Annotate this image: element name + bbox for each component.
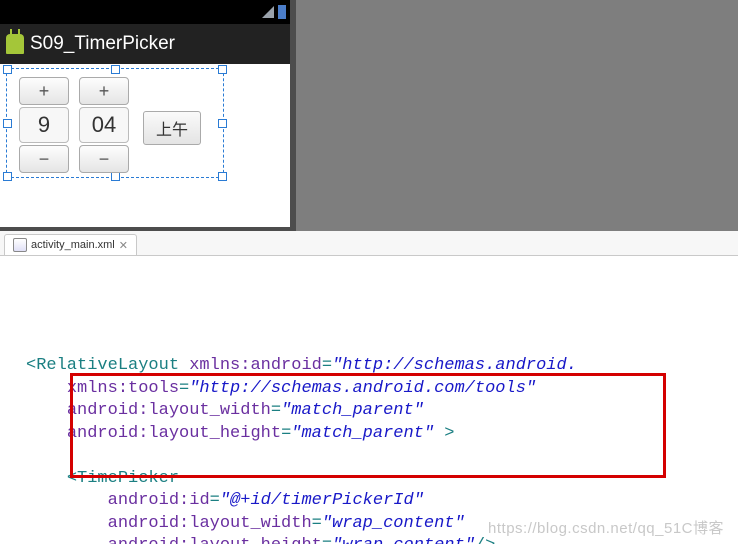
tag-relativelayout-open: RelativeLayout (36, 356, 179, 375)
battery-icon (278, 5, 286, 19)
tab-activity-main-xml[interactable]: activity_main.xml ✕ (4, 234, 137, 255)
xml-code-editor[interactable]: <RelativeLayout xmlns:android="http://sc… (0, 255, 738, 544)
minute-increment-button[interactable]: + (79, 77, 129, 105)
layout-designer-pane: S09_TimerPicker + 9 − (0, 0, 738, 231)
resize-handle-n[interactable] (111, 65, 120, 74)
design-canvas[interactable]: + 9 − + 04 − 上午 (0, 64, 290, 227)
hour-increment-button[interactable]: + (19, 77, 69, 105)
tab-label: activity_main.xml (31, 239, 115, 251)
resize-handle-sw[interactable] (3, 172, 12, 181)
resize-handle-se[interactable] (218, 172, 227, 181)
hour-spinner[interactable]: + 9 − (19, 77, 69, 173)
app-action-bar: S09_TimerPicker (0, 24, 290, 64)
resize-handle-e[interactable] (218, 119, 227, 128)
minute-value[interactable]: 04 (79, 107, 129, 143)
resize-handle-nw[interactable] (3, 65, 12, 74)
tab-close-icon[interactable]: ✕ (119, 239, 128, 252)
resize-handle-s[interactable] (111, 172, 120, 181)
signal-icon (262, 6, 274, 18)
ampm-toggle[interactable]: 上午 (143, 111, 201, 145)
resize-handle-ne[interactable] (218, 65, 227, 74)
android-icon (6, 34, 24, 54)
device-frame: S09_TimerPicker + 9 − (0, 0, 290, 227)
xml-file-icon (13, 238, 27, 252)
app-title: S09_TimerPicker (30, 33, 175, 55)
hour-value[interactable]: 9 (19, 107, 69, 143)
minute-decrement-button[interactable]: − (79, 145, 129, 173)
resize-handle-w[interactable] (3, 119, 12, 128)
selection-outline[interactable]: + 9 − + 04 − 上午 (6, 68, 224, 178)
editor-tab-strip: activity_main.xml ✕ (0, 231, 738, 256)
status-bar (0, 0, 290, 24)
hour-decrement-button[interactable]: − (19, 145, 69, 173)
tag-timepicker: TimePicker (77, 469, 179, 488)
current-line-highlight (0, 445, 738, 468)
minute-spinner[interactable]: + 04 − (79, 77, 129, 173)
